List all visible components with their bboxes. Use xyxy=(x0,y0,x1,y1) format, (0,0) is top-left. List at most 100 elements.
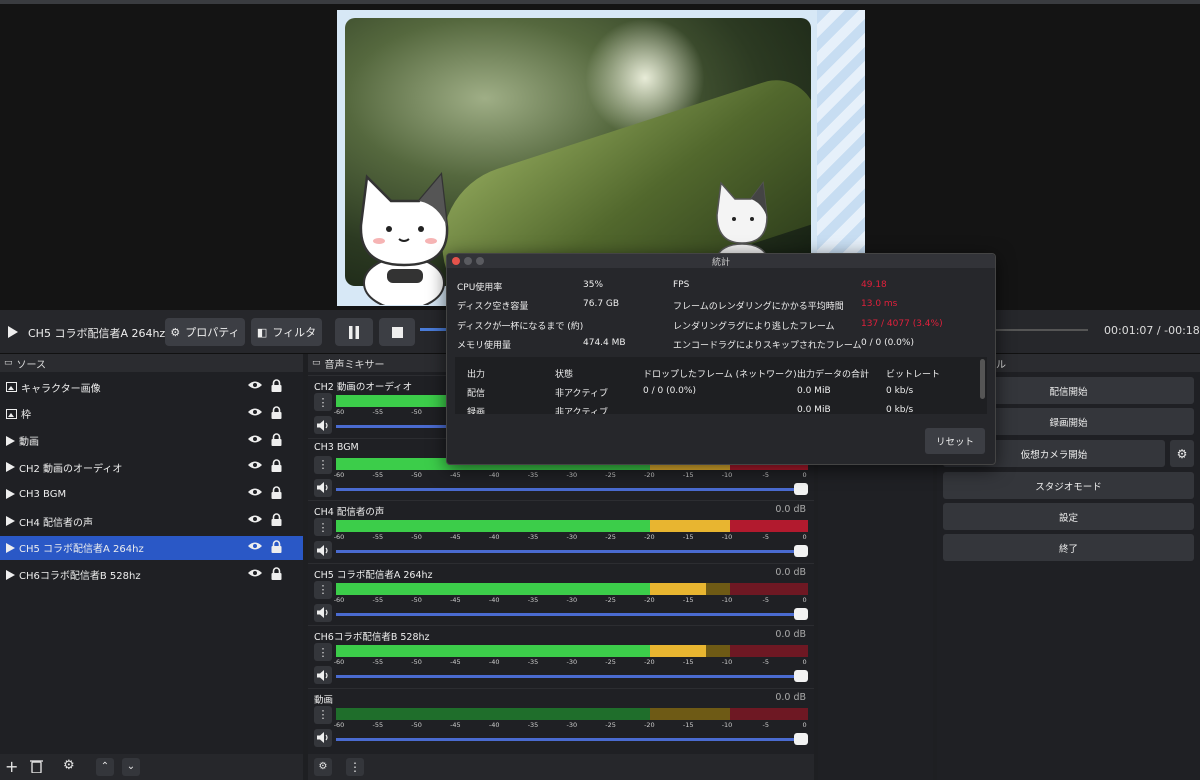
pause-button[interactable] xyxy=(335,318,373,346)
eye-icon[interactable] xyxy=(248,541,262,551)
meter-tick-label: -40 xyxy=(488,658,500,666)
minimize-window-icon[interactable] xyxy=(464,257,472,265)
channel-menu-button[interactable]: ⋮ xyxy=(314,580,332,599)
volume-slider-handle[interactable] xyxy=(794,732,808,745)
sources-header: ▭ ソース xyxy=(0,354,303,372)
filters-button[interactable]: ◧ フィルタ xyxy=(251,318,322,346)
table-row-stream-total: 0.0 MiB xyxy=(797,386,831,396)
source-item[interactable]: CH6コラボ配信者B 528hz xyxy=(0,563,303,587)
volume-slider-handle[interactable] xyxy=(794,607,808,620)
channel-menu-button[interactable]: ⋮ xyxy=(314,518,332,536)
channel-name: CH4 配信者の声 xyxy=(314,507,385,518)
source-item[interactable]: CH5 コラボ配信者A 264hz xyxy=(0,535,303,560)
render-lag-label: レンダリングラグにより逃したフレーム xyxy=(673,322,835,332)
mute-button[interactable] xyxy=(314,666,332,684)
meter-tick-label: -10 xyxy=(721,533,733,541)
mute-button[interactable] xyxy=(314,416,332,434)
source-item[interactable]: CH3 BGM xyxy=(0,482,303,506)
properties-button[interactable]: ⚙ プロパティ xyxy=(165,318,245,346)
lock-icon[interactable] xyxy=(271,540,282,553)
mute-button[interactable] xyxy=(314,478,332,497)
media-progress-track[interactable] xyxy=(990,329,1088,331)
virtual-camera-settings-button[interactable]: ⚙ xyxy=(1170,440,1194,467)
channel-menu-button[interactable]: ⋮ xyxy=(314,705,332,724)
eye-icon[interactable] xyxy=(248,487,262,497)
source-item[interactable]: CH4 配信者の声 xyxy=(0,509,303,533)
meter-tick-label: -20 xyxy=(644,533,655,541)
channel-menu-button[interactable]: ⋮ xyxy=(314,455,332,474)
volume-slider[interactable] xyxy=(336,550,808,553)
pause-icon xyxy=(349,325,359,339)
eye-icon[interactable] xyxy=(248,568,262,578)
gear-icon[interactable]: ⚙ xyxy=(63,758,75,773)
table-scrollbar[interactable] xyxy=(980,359,985,399)
chevron-down-icon[interactable]: ⌄ xyxy=(122,758,140,776)
volume-slider-handle[interactable] xyxy=(794,670,808,682)
reset-button[interactable]: リセット xyxy=(925,428,985,454)
source-item[interactable]: 動画 xyxy=(0,429,303,453)
lock-icon[interactable] xyxy=(271,459,282,473)
mute-button[interactable] xyxy=(314,603,332,622)
source-label: CH3 BGM xyxy=(19,488,67,500)
source-item[interactable]: CH2 動画のオーディオ xyxy=(0,455,303,479)
play-icon xyxy=(6,462,15,473)
stats-titlebar[interactable]: 統計 xyxy=(447,254,995,268)
meter-tick-label: -45 xyxy=(450,595,461,604)
settings-button[interactable]: 設定 xyxy=(943,503,1194,530)
mute-button[interactable] xyxy=(314,541,332,559)
add-icon[interactable]: + xyxy=(5,757,18,776)
exit-button[interactable]: 終了 xyxy=(943,534,1194,561)
trash-icon[interactable] xyxy=(30,759,43,773)
media-progress-fill[interactable] xyxy=(420,328,448,331)
advanced-audio-icon[interactable]: ⚙ xyxy=(314,758,332,776)
volume-slider[interactable] xyxy=(336,737,808,741)
meter-tick-label: -60 xyxy=(333,658,345,666)
meter-tick-label: -40 xyxy=(488,595,500,604)
eye-icon[interactable] xyxy=(248,514,262,524)
lock-icon[interactable] xyxy=(271,432,282,446)
zoom-window-icon[interactable] xyxy=(476,257,484,265)
close-window-icon[interactable] xyxy=(452,257,460,265)
channel-menu-button[interactable]: ⋮ xyxy=(314,643,332,661)
mixer-channel: CH5 コラボ配信者A 264hz 0.0 dB ⋮ -60 -55 -50 -45 -40-… xyxy=(308,562,814,625)
meter-tick-label: -55 xyxy=(372,408,384,416)
chevron-up-icon[interactable]: ⌃ xyxy=(96,758,114,776)
eye-icon[interactable] xyxy=(248,460,262,470)
eye-icon[interactable] xyxy=(248,380,262,390)
lock-icon[interactable] xyxy=(271,486,282,500)
table-row-record-output: 録画 xyxy=(467,408,486,414)
studio-mode-button[interactable]: スタジオモード xyxy=(943,472,1194,499)
mute-button[interactable] xyxy=(314,728,332,747)
eye-icon[interactable] xyxy=(248,434,262,444)
volume-slider-handle[interactable] xyxy=(794,545,808,557)
meter-tick-label: -5 xyxy=(762,658,770,666)
meter-scale: -60-55-50-45-40-35-30-25-20-15-10-50 xyxy=(334,533,808,543)
play-icon[interactable] xyxy=(8,326,18,338)
volume-slider[interactable] xyxy=(336,675,808,678)
volume-meter xyxy=(336,707,808,720)
mixer-menu-icon[interactable]: ⋮ xyxy=(346,758,364,776)
encode-lag-label: エンコードラグによりスキップされたフレーム xyxy=(673,341,862,351)
meter-tick-label: -15 xyxy=(682,658,694,666)
source-item[interactable]: キャラクター画像 xyxy=(0,375,303,399)
source-label: 動画 xyxy=(19,437,39,449)
speaker-icon xyxy=(317,544,329,556)
volume-slider[interactable] xyxy=(336,487,808,491)
eye-icon[interactable] xyxy=(248,407,262,417)
volume-slider[interactable] xyxy=(336,612,808,616)
source-item[interactable]: 枠 xyxy=(0,402,303,426)
lock-icon[interactable] xyxy=(271,566,282,580)
lock-icon[interactable] xyxy=(271,513,282,526)
meter-tick-label: -55 xyxy=(372,595,384,604)
filter-icon: ◧ xyxy=(256,325,268,339)
lock-icon[interactable] xyxy=(271,406,282,419)
play-icon xyxy=(6,569,15,580)
stop-button[interactable] xyxy=(379,318,415,346)
channel-menu-button[interactable]: ⋮ xyxy=(314,393,332,411)
volume-slider-handle[interactable] xyxy=(794,482,808,495)
meter-scale: -60-55-50-45-40-35-30-25-20-15-10-50 xyxy=(334,471,808,481)
filters-label: フィルタ xyxy=(272,326,317,339)
lock-icon[interactable] xyxy=(271,379,282,392)
kebab-menu-icon: ⋮ xyxy=(317,520,329,534)
meter-tick-label: -25 xyxy=(605,595,616,604)
